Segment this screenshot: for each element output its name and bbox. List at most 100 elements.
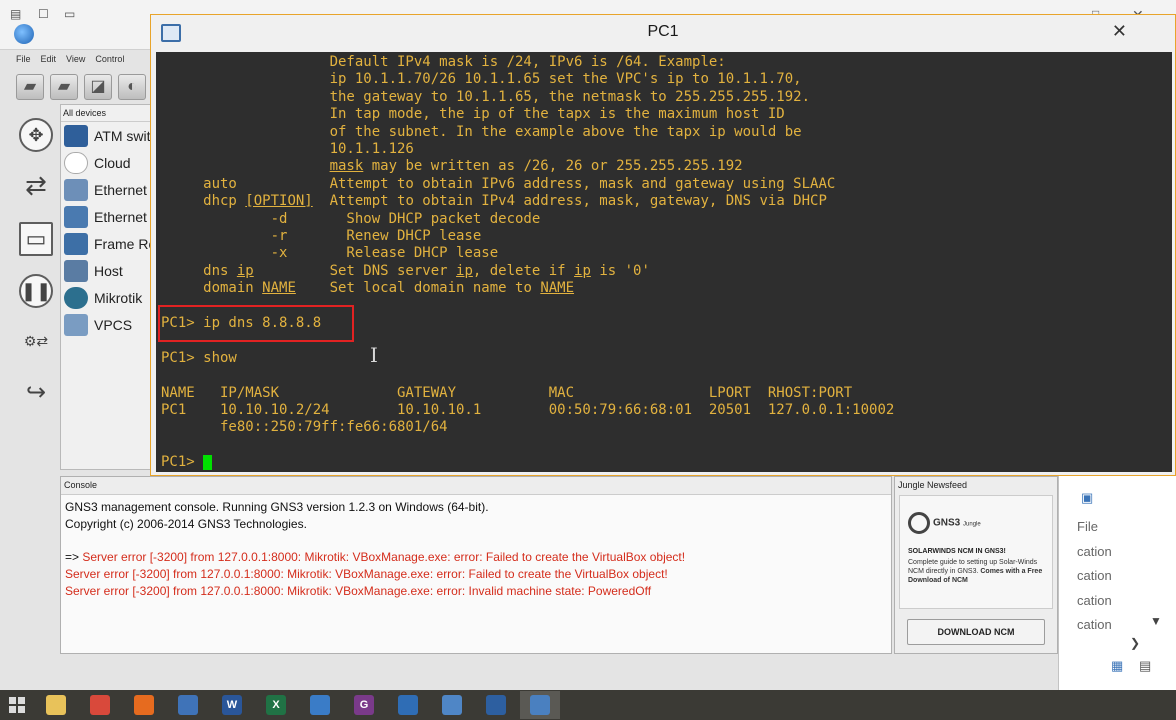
new-document-icon[interactable]: ▭ [64, 7, 75, 21]
security-devices-icon[interactable]: ❚❚ [19, 274, 53, 308]
side-item[interactable]: cation [1077, 568, 1112, 583]
end-devices-icon[interactable]: ▭ [19, 222, 53, 256]
device-item[interactable]: Frame Re [61, 230, 155, 257]
taskbar-app[interactable] [476, 691, 516, 719]
console-line: Server error [-3200] from 127.0.0.1:8000… [65, 583, 652, 598]
terminal-line: -r Renew DHCP lease [161, 228, 482, 245]
taskbar-app[interactable] [80, 691, 120, 719]
scroll-right-icon[interactable]: ❯ [1130, 636, 1140, 650]
file-explorer-icon [46, 695, 66, 715]
terminal-text: Default IPv4 mask is /24, IPv6 is /64. E… [161, 54, 726, 70]
routers-icon[interactable]: ✥ [19, 118, 53, 152]
side-item[interactable]: cation [1077, 544, 1112, 559]
terminal-text: PC1> show [161, 349, 237, 366]
atm-switch-icon [64, 124, 88, 147]
device-item[interactable]: Mikrotik [61, 284, 155, 311]
devices-panel: All devices ATM swit Cloud Ethernet Ethe… [60, 104, 156, 470]
side-item[interactable]: File [1077, 519, 1098, 534]
vpcs-icon [64, 313, 88, 336]
quick-access-icon[interactable]: ▤ [10, 7, 21, 21]
taskbar-app[interactable] [124, 691, 164, 719]
terminal-titlebar[interactable]: PC1 ✕ [151, 15, 1175, 52]
add-link-icon[interactable]: ↪ [19, 378, 53, 412]
device-item[interactable]: Ethernet [61, 176, 155, 203]
taskbar: WX G [0, 690, 1176, 720]
details-view-icon[interactable]: ▦ [1111, 658, 1123, 674]
scroll-down-icon[interactable]: ▼ [1150, 614, 1162, 628]
terminal-line: PC1 10.10.10.2/24 10.10.10.1 00:50:79:66… [161, 402, 894, 419]
terminal-text: , delete if [472, 262, 575, 279]
console-connect-icon[interactable]: ◐ [118, 74, 146, 100]
checkbox-icon[interactable]: ☐ [38, 7, 49, 21]
router-icon [64, 286, 88, 309]
console-title: Console [64, 480, 98, 490]
pc1-terminal-window: PC1 ✕ Default IPv4 mask is /24, IPv6 is … [150, 14, 1176, 476]
taskbar-app[interactable] [300, 691, 340, 719]
taskbar-app[interactable] [432, 691, 472, 719]
terminal-line: of the subnet. In the example above the … [161, 124, 802, 141]
image-icon: ▣ [1081, 490, 1094, 505]
open-project-icon[interactable]: ▰ [50, 74, 78, 100]
device-item[interactable]: Cloud [61, 149, 155, 176]
open-folder-icon[interactable]: ▰ [16, 74, 44, 100]
side-item[interactable]: cation [1077, 617, 1112, 632]
snapshot-icon[interactable]: ◪ [84, 74, 112, 100]
frame-relay-icon [64, 232, 88, 255]
device-item[interactable]: Host [61, 257, 155, 284]
menu-file[interactable]: File [16, 54, 31, 68]
gns3-icon [398, 695, 418, 715]
terminal-text: In tap mode, the ip of the tapx is the m… [161, 106, 785, 123]
terminal-param: ip [456, 262, 473, 279]
console-line: GNS3 management console. Running GNS3 ve… [65, 500, 489, 514]
gns3-logo [14, 24, 34, 44]
menu-control[interactable]: Control [95, 54, 124, 68]
device-item[interactable]: VPCS [61, 311, 155, 338]
taskbar-app[interactable]: W [212, 691, 252, 719]
console-line: Copyright (c) 2006-2014 GNS3 Technologie… [65, 516, 307, 531]
device-label: VPCS [94, 316, 133, 333]
terminal-text: ip 10.1.1.70/26 10.1.1.65 set the VPC's … [161, 71, 802, 88]
terminal-param: [OPTION] [245, 193, 313, 210]
device-item[interactable]: ATM swit [61, 122, 155, 149]
terminal-line: the gateway to 10.1.1.65, the netmask to… [161, 89, 810, 106]
taskbar-app[interactable] [520, 691, 560, 719]
terminal-text: -d Show DHCP packet decode [161, 210, 541, 227]
terminal-output[interactable]: Default IPv4 mask is /24, IPv6 is /64. E… [156, 52, 1172, 472]
terminal-text: -x Release DHCP lease [161, 245, 499, 262]
switches-icon[interactable]: ⇄ [19, 170, 53, 204]
terminal-line: Default IPv4 mask is /24, IPv6 is /64. E… [161, 54, 726, 71]
console-output[interactable]: GNS3 management console. Running GNS3 ve… [61, 494, 891, 653]
large-icons-view-icon[interactable]: ▤ [1139, 658, 1151, 674]
cloud-icon [64, 151, 88, 174]
terminal-line: dns ip Set DNS server ip, delete if ip i… [161, 263, 650, 280]
taskbar-app[interactable]: G [344, 691, 384, 719]
menu-view[interactable]: View [66, 54, 85, 68]
taskbar-app[interactable]: X [256, 691, 296, 719]
start-menu-icon[interactable] [4, 692, 30, 718]
device-type-bar: ✥ ⇄ ▭ ❚❚ ⚙⇄ ↪ [14, 108, 58, 418]
download-ncm-button[interactable]: DOWNLOAD NCM [907, 619, 1045, 645]
terminal-param: NAME [540, 280, 575, 297]
ethernet-hub-icon [64, 178, 88, 201]
menu-edit[interactable]: Edit [41, 54, 57, 68]
terminal-text: of the subnet. In the example above the … [161, 123, 802, 140]
newsfeed-ad[interactable]: GNS3 Jungle SOLARWINDS NCM IN GNS3! Comp… [899, 495, 1053, 609]
host-icon [64, 259, 88, 282]
side-item[interactable]: cation [1077, 593, 1112, 608]
device-label: Frame Re [94, 235, 155, 252]
all-devices-icon[interactable]: ⚙⇄ [19, 326, 53, 360]
device-label: ATM swit [94, 127, 151, 144]
terminal-text: PC1 10.10.10.2/24 10.10.10.1 00:50:79:66… [161, 402, 895, 418]
terminal-title: PC1 [647, 23, 679, 40]
taskbar-app[interactable] [168, 691, 208, 719]
taskbar-app[interactable] [388, 691, 428, 719]
device-label: Ethernet [94, 181, 147, 198]
device-item[interactable]: Ethernet [61, 203, 155, 230]
close-icon[interactable]: ✕ [1112, 21, 1127, 42]
taskbar-app[interactable] [36, 691, 76, 719]
terminal-line: -d Show DHCP packet decode [161, 210, 541, 228]
highlight-annotation-box [158, 305, 354, 342]
terminal-text: PC1> [161, 454, 204, 471]
terminal-line: PC1> [161, 454, 213, 471]
